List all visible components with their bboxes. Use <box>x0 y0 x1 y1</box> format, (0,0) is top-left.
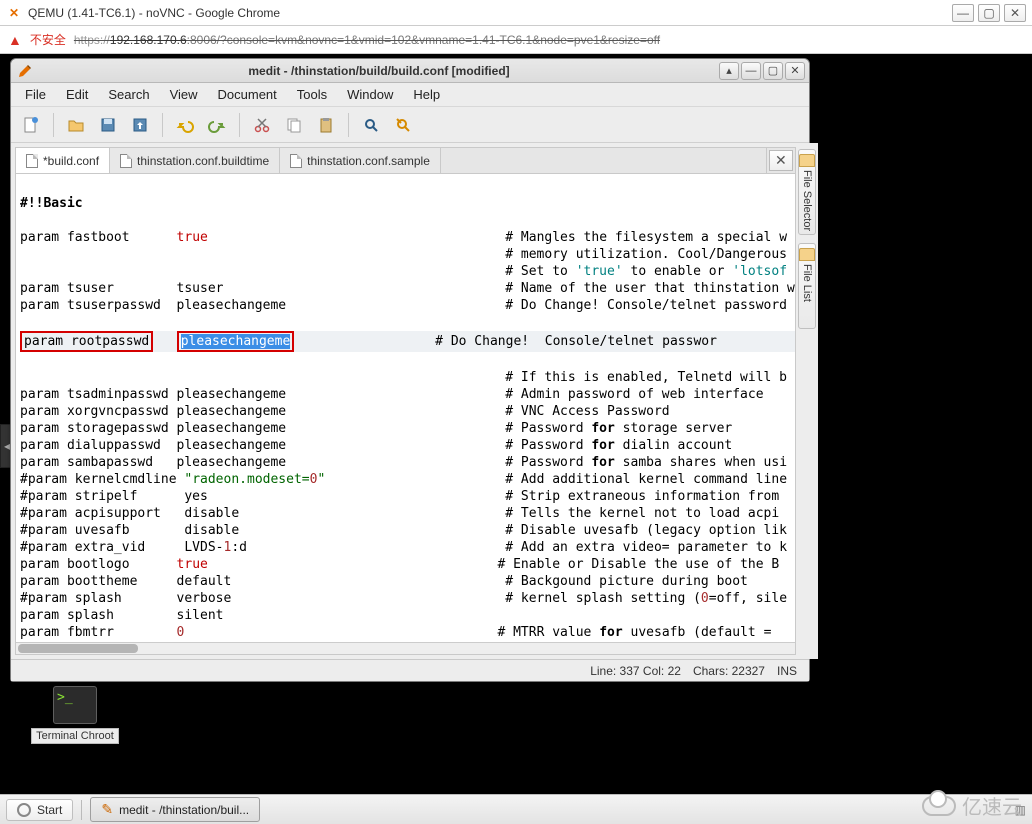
highlight-rootpasswd-value: pleasechangeme <box>177 331 295 352</box>
chrome-address-bar: ▲ 不安全 https://192.168.170.6:8006/?consol… <box>0 26 1032 54</box>
menubar: File Edit Search View Document Tools Win… <box>11 83 809 107</box>
chrome-minimize-button[interactable]: — <box>952 4 974 22</box>
taskbar: Start ✎ medit - /thinstation/buil... ▥ <box>0 794 1032 824</box>
chrome-window-title: QEMU (1.41-TC6.1) - noVNC - Google Chrom… <box>28 6 952 20</box>
folder-icon <box>799 154 815 167</box>
close-button[interactable]: ✕ <box>785 62 805 80</box>
save-button[interactable] <box>94 111 122 139</box>
document-tabs: *build.conf thinstation.conf.buildtime t… <box>16 148 795 174</box>
cursor-position: Line: 337 Col: 22 <box>590 664 681 678</box>
code-editor[interactable]: #!!Basic param fastboot true # Mangles t… <box>16 174 795 642</box>
desktop-terminal-icon[interactable]: >_ Terminal Chroot <box>30 686 120 744</box>
watermark: 亿速云 <box>922 791 1022 820</box>
cloud-icon <box>922 796 956 816</box>
menu-search[interactable]: Search <box>98 84 159 105</box>
undo-button[interactable] <box>171 111 199 139</box>
minimize-button[interactable]: — <box>741 62 761 80</box>
horizontal-scrollbar[interactable] <box>16 642 795 654</box>
menu-edit[interactable]: Edit <box>56 84 98 105</box>
tab-close-button[interactable]: ✕ <box>769 150 793 171</box>
document-icon <box>26 154 38 168</box>
warning-icon: ▲ <box>8 32 22 48</box>
file-selector-panel[interactable]: File Selector <box>798 149 816 235</box>
toolbar <box>11 107 809 143</box>
shade-button[interactable]: ▴ <box>719 62 739 80</box>
highlight-rootpasswd-key: param rootpasswd <box>20 331 153 352</box>
gear-icon <box>17 803 31 817</box>
chrome-window-controls: — ▢ ✕ <box>952 4 1026 22</box>
open-button[interactable] <box>62 111 90 139</box>
desktop-icon-label: Terminal Chroot <box>31 728 119 744</box>
tab-sample[interactable]: thinstation.conf.sample <box>280 148 441 173</box>
menu-view[interactable]: View <box>160 84 208 105</box>
cut-button[interactable] <box>248 111 276 139</box>
menu-document[interactable]: Document <box>208 84 287 105</box>
menu-tools[interactable]: Tools <box>287 84 337 105</box>
menu-file[interactable]: File <box>15 84 56 105</box>
copy-button[interactable] <box>280 111 308 139</box>
maximize-button[interactable]: ▢ <box>763 62 783 80</box>
menu-help[interactable]: Help <box>403 84 450 105</box>
qemu-icon: ✕ <box>6 5 22 21</box>
chrome-close-button[interactable]: ✕ <box>1004 4 1026 22</box>
new-file-button[interactable] <box>17 111 45 139</box>
char-count: Chars: 22327 <box>693 664 765 678</box>
folder-icon <box>799 248 815 261</box>
find-button[interactable] <box>357 111 385 139</box>
document-icon <box>120 154 132 168</box>
document-icon <box>290 154 302 168</box>
not-secure-label: 不安全 <box>30 31 66 48</box>
pencil-icon: ✎ <box>101 801 113 818</box>
url-display[interactable]: https://192.168.170.6:8006/?console=kvm&… <box>74 33 660 47</box>
save-as-button[interactable] <box>126 111 154 139</box>
tab-buildtime[interactable]: thinstation.conf.buildtime <box>110 148 280 173</box>
tab-build-conf[interactable]: *build.conf <box>16 148 110 173</box>
start-button[interactable]: Start <box>6 799 73 821</box>
find-replace-button[interactable] <box>389 111 417 139</box>
pencil-icon <box>17 63 33 79</box>
taskbar-item-medit[interactable]: ✎ medit - /thinstation/buil... <box>90 797 260 822</box>
redo-button[interactable] <box>203 111 231 139</box>
file-list-panel[interactable]: File List <box>798 243 816 329</box>
medit-window: medit - /thinstation/build/build.conf [m… <box>10 58 810 682</box>
paste-button[interactable] <box>312 111 340 139</box>
side-panel-strip: File Selector File List <box>796 143 818 659</box>
insert-mode: INS <box>777 664 797 678</box>
statusbar: Line: 337 Col: 22 Chars: 22327 INS <box>11 659 809 681</box>
medit-titlebar[interactable]: medit - /thinstation/build/build.conf [m… <box>11 59 809 83</box>
medit-title: medit - /thinstation/build/build.conf [m… <box>39 64 719 78</box>
menu-window[interactable]: Window <box>337 84 403 105</box>
chrome-maximize-button[interactable]: ▢ <box>978 4 1000 22</box>
chrome-titlebar: ✕ QEMU (1.41-TC6.1) - noVNC - Google Chr… <box>0 0 1032 26</box>
terminal-icon: >_ <box>53 686 97 724</box>
